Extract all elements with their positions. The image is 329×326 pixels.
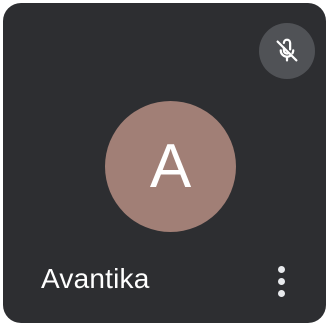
avatar-initial: A bbox=[149, 131, 192, 201]
mic-off-icon bbox=[276, 38, 298, 62]
more-vert-icon bbox=[277, 265, 285, 273]
mic-muted-badge bbox=[259, 23, 315, 79]
participant-tile[interactable]: A Avantika bbox=[3, 3, 326, 323]
more-options-button[interactable] bbox=[265, 257, 297, 305]
avatar: A bbox=[105, 101, 236, 232]
participant-name: Avantika bbox=[41, 263, 150, 294]
